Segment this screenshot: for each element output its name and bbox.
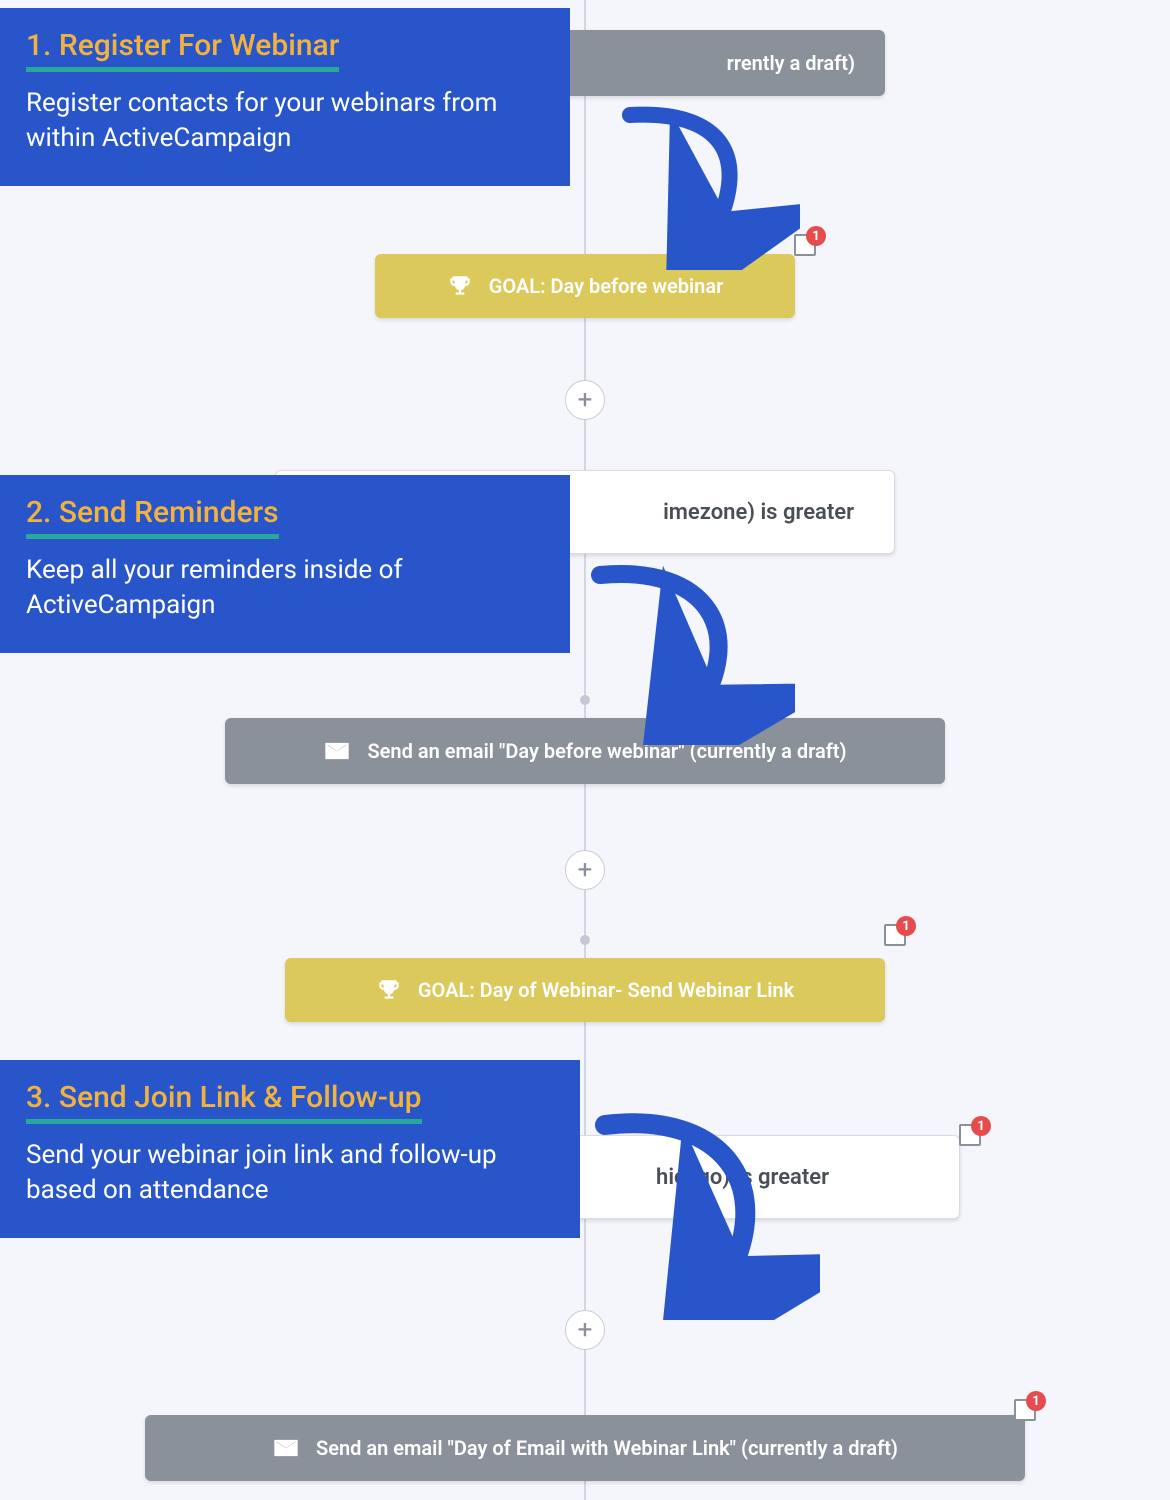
callout-register: 1. Register For Webinar Register contact… bbox=[0, 8, 570, 186]
envelope-icon bbox=[323, 737, 351, 765]
goal-node-label: GOAL: Day before webinar bbox=[489, 274, 724, 298]
callout-body: Send your webinar join link and follow-u… bbox=[26, 1138, 554, 1208]
add-step-button[interactable]: + bbox=[565, 1310, 605, 1350]
callout-title: 2. Send Reminders bbox=[26, 495, 279, 539]
callout-joinlink: 3. Send Join Link & Follow-up Send your … bbox=[0, 1060, 580, 1238]
envelope-icon bbox=[272, 1434, 300, 1462]
notes-badge[interactable] bbox=[880, 920, 910, 950]
add-step-button[interactable]: + bbox=[565, 850, 605, 890]
trophy-icon bbox=[376, 977, 402, 1003]
email-node-day-before[interactable]: Send an email "Day before webinar" (curr… bbox=[225, 718, 945, 784]
callout-title: 3. Send Join Link & Follow-up bbox=[26, 1080, 422, 1124]
flow-dot bbox=[580, 695, 590, 705]
notes-badge[interactable] bbox=[955, 1120, 985, 1150]
email-node-label: Send an email "Day before webinar" (curr… bbox=[367, 739, 846, 763]
condition-node-label: hicago) is greater bbox=[656, 1165, 829, 1190]
email-node-label: rrently a draft) bbox=[727, 51, 855, 75]
goal-node-day-of[interactable]: GOAL: Day of Webinar- Send Webinar Link bbox=[285, 958, 885, 1022]
automation-flow: rrently a draft) GOAL: Day before webina… bbox=[0, 0, 1170, 1500]
flow-dot bbox=[580, 935, 590, 945]
condition-node-label: imezone) is greater bbox=[663, 500, 854, 525]
trophy-icon bbox=[447, 273, 473, 299]
add-step-button[interactable]: + bbox=[565, 380, 605, 420]
goal-node-day-before[interactable]: GOAL: Day before webinar bbox=[375, 254, 795, 318]
callout-body: Register contacts for your webinars from… bbox=[26, 86, 544, 156]
callout-title: 1. Register For Webinar bbox=[26, 28, 339, 72]
goal-node-label: GOAL: Day of Webinar- Send Webinar Link bbox=[418, 978, 794, 1002]
callout-reminders: 2. Send Reminders Keep all your reminder… bbox=[0, 475, 570, 653]
notes-badge[interactable] bbox=[1010, 1395, 1040, 1425]
notes-badge[interactable] bbox=[790, 230, 820, 260]
email-node-join-link[interactable]: Send an email "Day of Email with Webinar… bbox=[145, 1415, 1025, 1481]
email-node-label: Send an email "Day of Email with Webinar… bbox=[316, 1436, 898, 1460]
callout-body: Keep all your reminders inside of Active… bbox=[26, 553, 544, 623]
